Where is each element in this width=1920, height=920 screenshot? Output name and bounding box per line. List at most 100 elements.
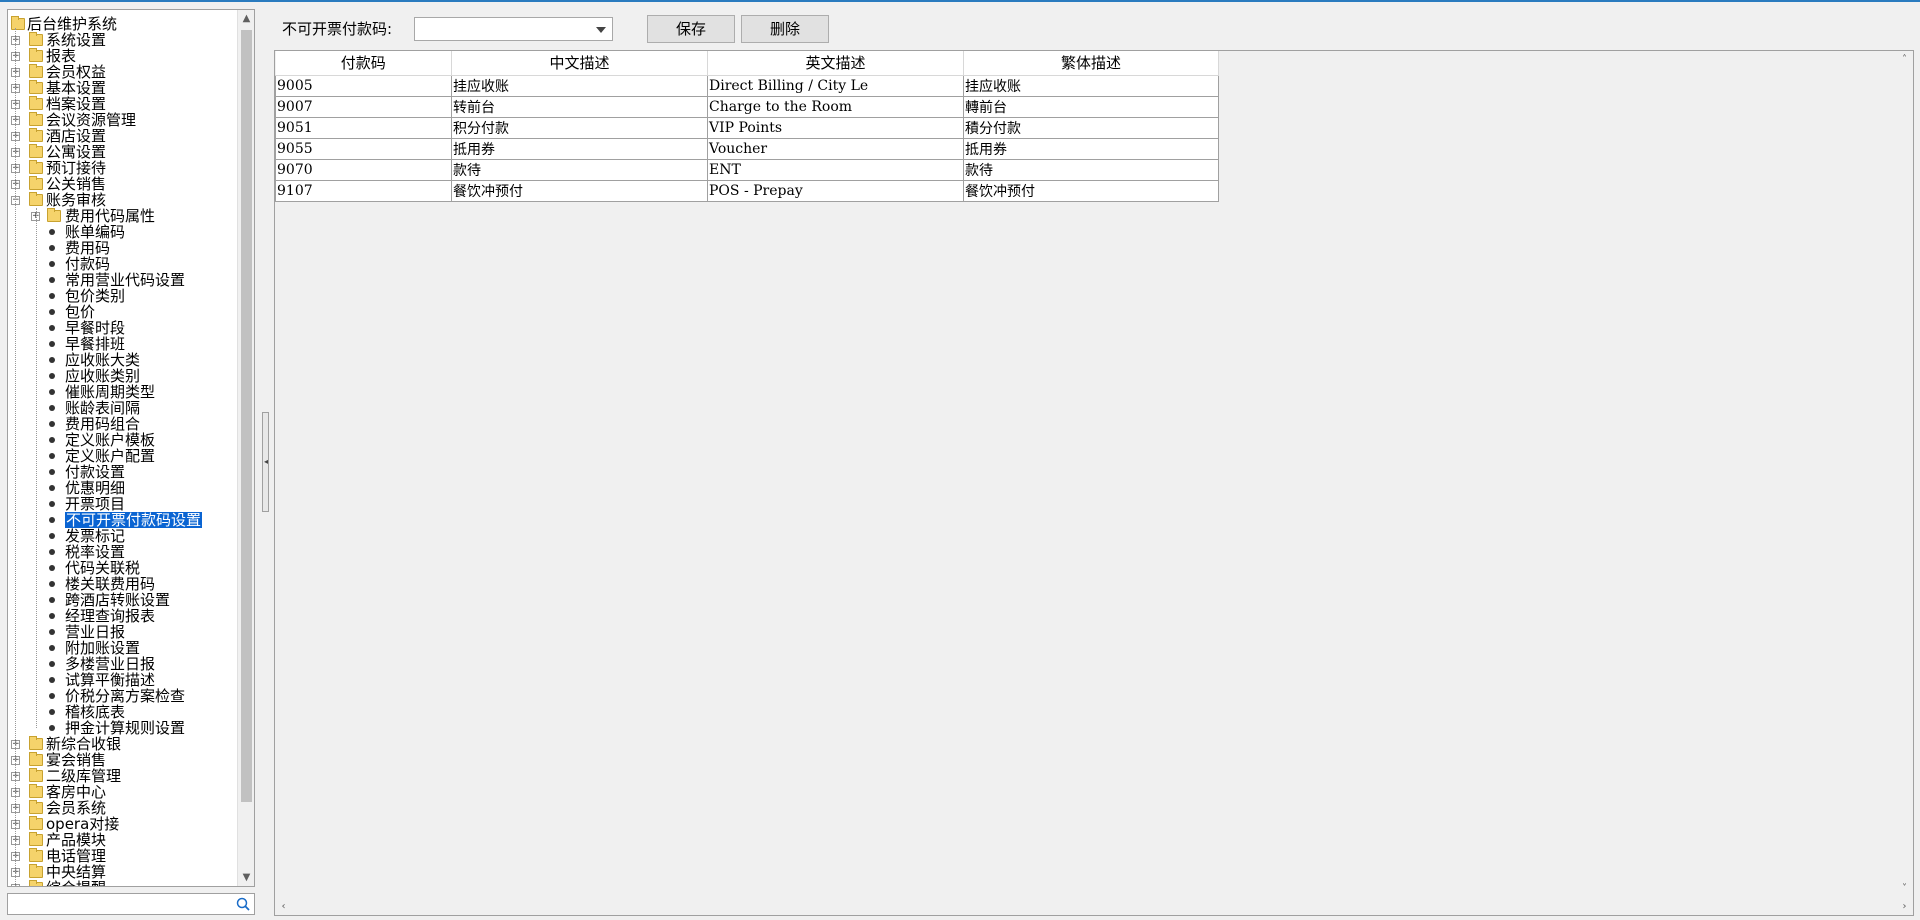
- cell-traditional-desc[interactable]: 抵用券: [963, 137, 1219, 160]
- tree-item-sub-folder[interactable]: + 费用代码属性: [8, 208, 238, 224]
- tree-item-child[interactable]: 发票标记: [8, 528, 238, 544]
- tree-item-child[interactable]: 试算平衡描述: [8, 672, 238, 688]
- tree-item-child[interactable]: 开票项目: [8, 496, 238, 512]
- tree-item-child[interactable]: 稽核底表: [8, 704, 238, 720]
- tree-item-bottom[interactable]: + 产品模块: [8, 832, 238, 848]
- cell-chinese-desc[interactable]: 餐饮冲预付: [451, 179, 708, 202]
- scroll-up-icon[interactable]: ˄: [1896, 51, 1913, 68]
- scroll-up-icon[interactable]: ▲: [238, 10, 254, 27]
- tree-item-child[interactable]: 不可开票付款码设置: [8, 511, 238, 529]
- tree-item-top[interactable]: + 预订接待: [8, 160, 238, 176]
- column-header-english-desc[interactable]: 英文描述: [707, 51, 964, 76]
- tree-item-child[interactable]: 跨酒店转账设置: [8, 592, 238, 608]
- grid-vertical-scrollbar[interactable]: ˄ ˅: [1896, 51, 1913, 897]
- tree-item-top[interactable]: + 会议资源管理: [8, 112, 238, 128]
- tree-item-top[interactable]: + 酒店设置: [8, 128, 238, 144]
- search-icon[interactable]: [236, 897, 250, 911]
- tree-item-child[interactable]: 应收账类别: [8, 368, 238, 384]
- tree-item-child[interactable]: 付款码: [8, 256, 238, 272]
- tree-item-bottom[interactable]: + 二级库管理: [8, 768, 238, 784]
- tree-item-bottom[interactable]: + 客房中心: [8, 784, 238, 800]
- tree-item-child[interactable]: 经理查询报表: [8, 608, 238, 624]
- table-row[interactable]: 9005 挂应收账 Direct Billing / City Le 挂应收账: [275, 74, 1219, 97]
- scroll-left-icon[interactable]: ‹: [275, 898, 292, 915]
- cell-chinese-desc[interactable]: 转前台: [451, 95, 708, 118]
- tree-item-bottom[interactable]: + 会员系统: [8, 800, 238, 816]
- chevron-down-icon[interactable]: [596, 27, 606, 33]
- cell-payment-code[interactable]: 9055: [275, 137, 452, 160]
- tree-item-top[interactable]: + 基本设置: [8, 80, 238, 96]
- payment-code-grid[interactable]: 付款码 中文描述 英文描述 繁体描述 9005 挂应收账 Direct Billin…: [274, 50, 1914, 916]
- scroll-down-icon[interactable]: ˅: [1896, 880, 1913, 897]
- cell-payment-code[interactable]: 9107: [275, 179, 452, 202]
- column-header-chinese-desc[interactable]: 中文描述: [451, 51, 708, 76]
- cell-payment-code[interactable]: 9005: [275, 74, 452, 97]
- tree-item-bottom[interactable]: + 中央结算: [8, 864, 238, 880]
- tree-item-child[interactable]: 多楼营业日报: [8, 656, 238, 672]
- tree-item-child[interactable]: 包价: [8, 304, 238, 320]
- tree-item-top[interactable]: + 公关销售: [8, 176, 238, 192]
- tree-item-bottom[interactable]: + 电话管理: [8, 848, 238, 864]
- tree-item-child[interactable]: 账龄表间隔: [8, 400, 238, 416]
- table-row[interactable]: 9070 款待 ENT 款待: [275, 158, 1219, 181]
- tree-item-child[interactable]: 押金计算规则设置: [8, 720, 238, 736]
- tree-root[interactable]: 后台维护系统: [8, 16, 238, 32]
- tree-item-child[interactable]: 代码关联税: [8, 560, 238, 576]
- tree-item-top[interactable]: + 系统设置: [8, 32, 238, 48]
- scroll-right-icon[interactable]: ›: [1896, 898, 1913, 915]
- cell-traditional-desc[interactable]: 積分付款: [963, 116, 1219, 139]
- cell-traditional-desc[interactable]: 餐饮冲预付: [963, 179, 1219, 202]
- cell-english-desc[interactable]: VIP Points: [707, 116, 964, 139]
- tree-item-top[interactable]: + 档案设置: [8, 96, 238, 112]
- tree-item-top[interactable]: + 报表: [8, 48, 238, 64]
- payment-code-combo[interactable]: [414, 17, 613, 41]
- table-row[interactable]: 9051 积分付款 VIP Points 積分付款: [275, 116, 1219, 139]
- panel-splitter[interactable]: ◂: [262, 412, 269, 512]
- tree-item-child[interactable]: 催账周期类型: [8, 384, 238, 400]
- scroll-down-icon[interactable]: ▼: [238, 869, 254, 886]
- column-header-payment-code[interactable]: 付款码: [275, 51, 452, 76]
- tree-item-child[interactable]: 应收账大类: [8, 352, 238, 368]
- tree-item-child[interactable]: 早餐排班: [8, 336, 238, 352]
- grid-horizontal-scrollbar[interactable]: ‹ ›: [275, 898, 1913, 915]
- cell-traditional-desc[interactable]: 挂应收账: [963, 74, 1219, 97]
- column-header-traditional-desc[interactable]: 繁体描述: [963, 51, 1219, 76]
- cell-english-desc[interactable]: ENT: [707, 158, 964, 181]
- tree-item-child[interactable]: 税率设置: [8, 544, 238, 560]
- cell-payment-code[interactable]: 9051: [275, 116, 452, 139]
- tree-scrollbar[interactable]: ▲ ▼: [237, 10, 254, 886]
- tree-item-bottom[interactable]: +综合提醒: [8, 880, 238, 886]
- table-row[interactable]: 9007 转前台 Charge to the Room 轉前台: [275, 95, 1219, 118]
- tree-item-child[interactable]: 楼关联费用码: [8, 576, 238, 592]
- tree-item-child[interactable]: 常用营业代码设置: [8, 272, 238, 288]
- tree-item-child[interactable]: 价税分离方案检查: [8, 688, 238, 704]
- delete-button[interactable]: 删除: [741, 15, 829, 43]
- tree-item-top[interactable]: + 公寓设置: [8, 144, 238, 160]
- tree-item-child[interactable]: 营业日报: [8, 624, 238, 640]
- tree-item-top[interactable]: + 会员权益: [8, 64, 238, 80]
- tree-item-top[interactable]: − 账务审核: [8, 192, 238, 208]
- cell-chinese-desc[interactable]: 抵用券: [451, 137, 708, 160]
- tree-item-child[interactable]: 早餐时段: [8, 320, 238, 336]
- tree-search-input[interactable]: [7, 893, 255, 915]
- navigation-tree[interactable]: 后台维护系统 + 系统设置 + 报表 + 会员权益 + 基本设置 + 档案设置 + 会议资源管理 + 酒店设…: [7, 9, 255, 887]
- table-row[interactable]: 9055 抵用券 Voucher 抵用券: [275, 137, 1219, 160]
- cell-english-desc[interactable]: POS - Prepay: [707, 179, 964, 202]
- tree-item-child[interactable]: 包价类别: [8, 288, 238, 304]
- cell-chinese-desc[interactable]: 挂应收账: [451, 74, 708, 97]
- tree-scroll-thumb[interactable]: [241, 30, 252, 802]
- tree-item-child[interactable]: 定义账户模板: [8, 432, 238, 448]
- tree-item-child[interactable]: 费用码: [8, 240, 238, 256]
- tree-item-child[interactable]: 定义账户配置: [8, 448, 238, 464]
- tree-item-child[interactable]: 费用码组合: [8, 416, 238, 432]
- cell-traditional-desc[interactable]: 款待: [963, 158, 1219, 181]
- tree-item-child[interactable]: 账单编码: [8, 224, 238, 240]
- tree-item-child[interactable]: 付款设置: [8, 464, 238, 480]
- save-button[interactable]: 保存: [647, 15, 735, 43]
- cell-traditional-desc[interactable]: 轉前台: [963, 95, 1219, 118]
- cell-english-desc[interactable]: Voucher: [707, 137, 964, 160]
- table-row[interactable]: 9107 餐饮冲预付 POS - Prepay 餐饮冲预付: [275, 179, 1219, 202]
- cell-english-desc[interactable]: Direct Billing / City Le: [707, 74, 964, 97]
- tree-item-bottom[interactable]: + opera对接: [8, 816, 238, 832]
- cell-chinese-desc[interactable]: 积分付款: [451, 116, 708, 139]
